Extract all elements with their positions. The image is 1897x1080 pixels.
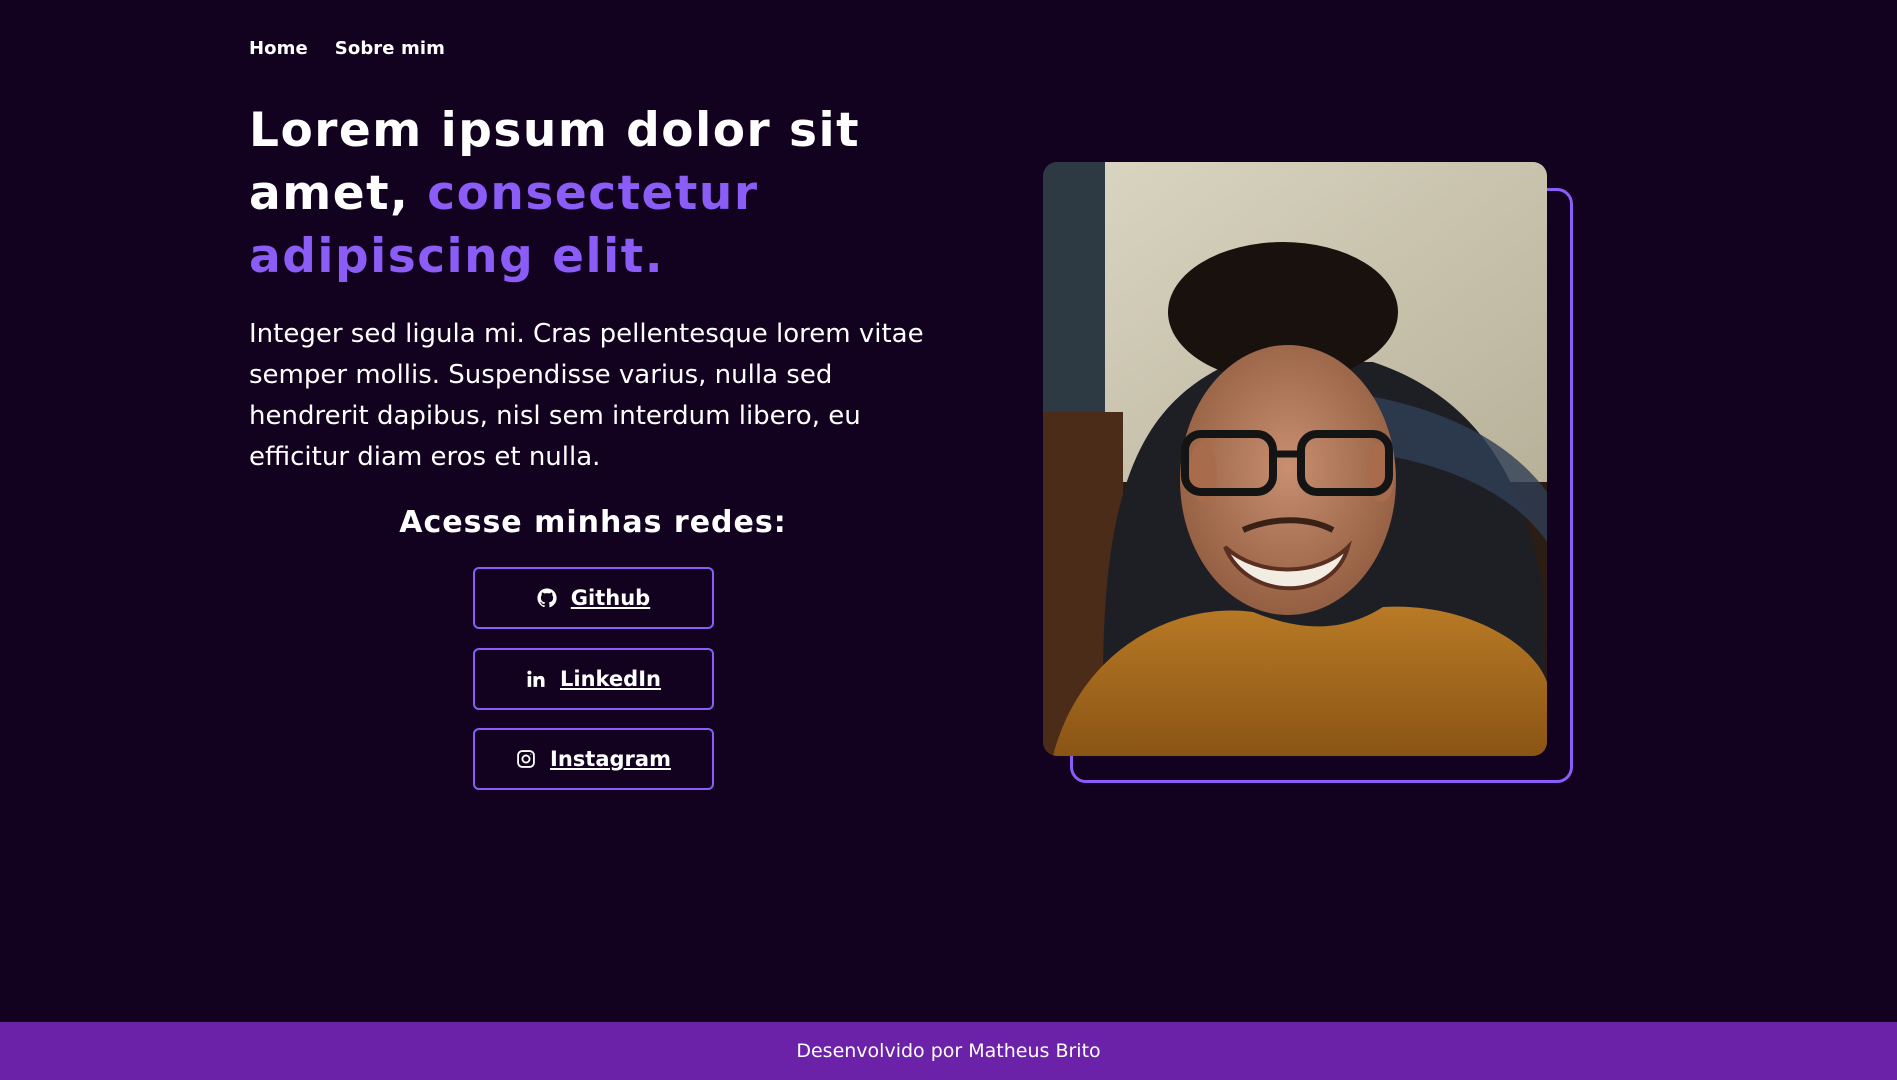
- nav-item-sobre-mim[interactable]: Sobre mim: [335, 38, 445, 59]
- top-nav: Home Sobre mim: [249, 38, 445, 59]
- linkedin-button-label: LinkedIn: [560, 667, 661, 691]
- page: Home Sobre mim Lorem ipsum dolor sit ame…: [0, 0, 1897, 1080]
- github-button[interactable]: Github: [473, 567, 714, 629]
- github-icon: [537, 588, 557, 608]
- footer-credit: Desenvolvido por Matheus Brito: [796, 1040, 1101, 1062]
- instagram-button-label: Instagram: [550, 747, 671, 771]
- linkedin-icon: [526, 669, 546, 689]
- portrait-photo: [1043, 162, 1547, 756]
- github-button-label: Github: [570, 586, 651, 610]
- linkedin-button[interactable]: LinkedIn: [473, 648, 714, 710]
- hero-title: Lorem ipsum dolor sit amet, consectetur …: [249, 99, 949, 288]
- socials-title: Acesse minhas redes:: [399, 505, 787, 540]
- footer: Desenvolvido por Matheus Brito: [0, 1022, 1897, 1080]
- hero-description: Integer sed ligula mi. Cras pellentesque…: [249, 319, 924, 472]
- instagram-button[interactable]: Instagram: [473, 728, 714, 790]
- instagram-icon: [516, 749, 536, 769]
- nav-item-home[interactable]: Home: [249, 38, 308, 59]
